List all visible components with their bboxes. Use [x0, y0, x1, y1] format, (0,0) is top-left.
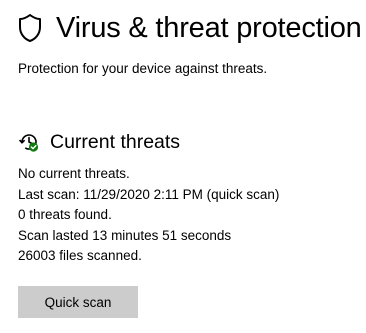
threats-found-text: 0 threats found. [18, 207, 112, 222]
threat-history-icon [18, 131, 40, 153]
current-threats-header: Current threats [18, 128, 180, 156]
current-threats-heading: Current threats [50, 131, 181, 153]
page-header: Virus & threat protection [16, 6, 362, 50]
page-subtitle: Protection for your device against threa… [18, 61, 268, 76]
files-scanned-text: 26003 files scanned. [18, 248, 142, 263]
page-title: Virus & threat protection [56, 12, 362, 44]
shield-icon [16, 10, 44, 46]
scan-info: No current threats. Last scan: 11/29/202… [18, 164, 279, 267]
last-scan-text: Last scan: 11/29/2020 2:11 PM (quick sca… [18, 186, 280, 202]
scan-duration-text: Scan lasted 13 minutes 51 seconds [18, 227, 232, 243]
threat-status-text: No current threats. [18, 166, 130, 181]
quick-scan-button[interactable]: Quick scan [18, 286, 138, 318]
